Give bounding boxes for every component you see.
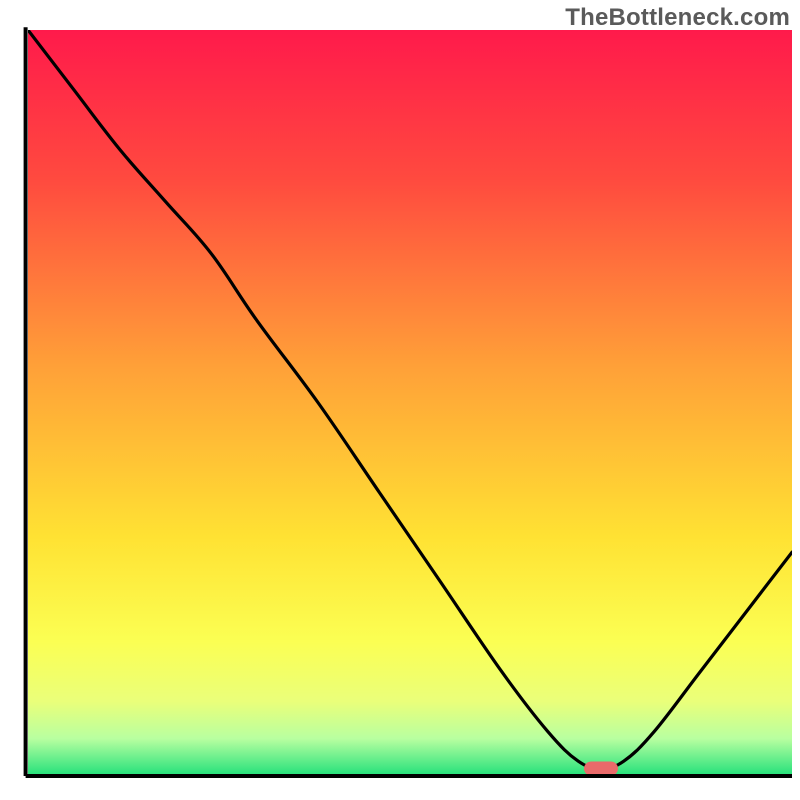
optimal-point-marker (584, 762, 618, 776)
gradient-background (28, 30, 792, 776)
bottleneck-chart (0, 0, 800, 800)
chart-frame: TheBottleneck.com (0, 0, 800, 800)
watermark-text: TheBottleneck.com (565, 4, 790, 32)
